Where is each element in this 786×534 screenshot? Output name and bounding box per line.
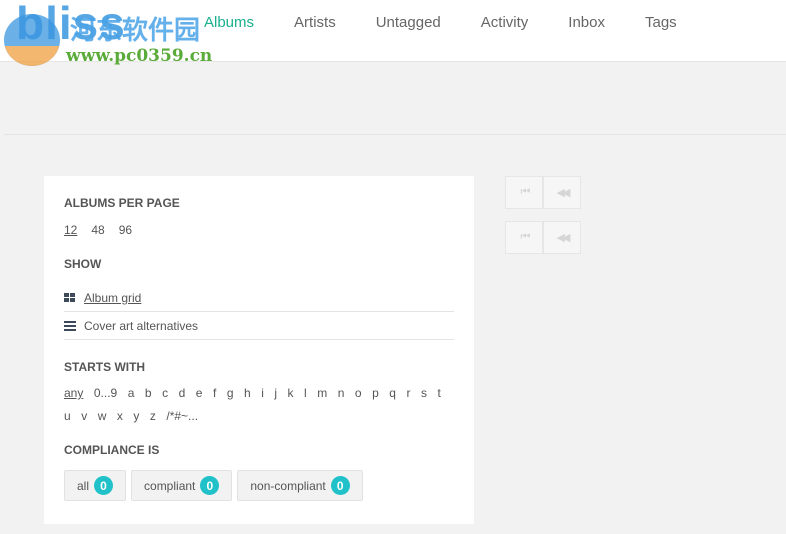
- letter-1[interactable]: 0...9: [94, 386, 117, 400]
- letter-17[interactable]: p: [372, 386, 379, 400]
- watermark-url: www.pc0359.cn: [66, 46, 213, 66]
- letter-20[interactable]: s: [421, 386, 427, 400]
- pager-bottom: ⏮ ◀◀: [505, 221, 581, 254]
- list-icon: [64, 320, 76, 331]
- prev-page-icon[interactable]: ◀◀: [543, 221, 581, 254]
- compliance-heading: COMPLIANCE IS: [64, 443, 160, 457]
- nav-inbox[interactable]: Inbox: [568, 14, 605, 31]
- prev-page-icon[interactable]: ◀◀: [543, 176, 581, 209]
- nav-albums[interactable]: Albums: [204, 14, 254, 31]
- cover-art-label: Cover art alternatives: [84, 318, 199, 333]
- show-album-grid[interactable]: Album grid: [64, 284, 454, 312]
- letter-12[interactable]: k: [288, 386, 294, 400]
- compliance-compliant-button[interactable]: compliant 0: [131, 470, 233, 501]
- per-page-48[interactable]: 48: [91, 223, 104, 237]
- letter-23[interactable]: v: [81, 409, 87, 423]
- top-bar: bliss 河东软件园 www.pc0359.cn Albums Artists…: [0, 0, 786, 66]
- divider: [4, 134, 786, 135]
- main-nav: Albums Artists Untagged Activity Inbox T…: [204, 14, 717, 31]
- pager-top: ⏮ ◀◀: [505, 176, 581, 209]
- count-badge: 0: [330, 476, 350, 495]
- first-page-icon[interactable]: ⏮: [505, 221, 543, 254]
- label: compliant: [144, 478, 196, 493]
- label: non-compliant: [250, 478, 326, 493]
- letter-10[interactable]: i: [261, 386, 264, 400]
- letter-16[interactable]: o: [355, 386, 362, 400]
- letter-3[interactable]: b: [145, 386, 152, 400]
- first-page-icon[interactable]: ⏮: [505, 176, 543, 209]
- count-badge: 0: [94, 476, 114, 495]
- starts-with-heading: STARTS WITH: [64, 360, 146, 374]
- letter-5[interactable]: d: [179, 386, 186, 400]
- letter-13[interactable]: l: [304, 386, 307, 400]
- grid-icon: [64, 292, 75, 302]
- letter-27[interactable]: z: [150, 409, 156, 423]
- filter-panel: ALBUMS PER PAGE 12 48 96 SHOW Album grid…: [44, 176, 474, 524]
- letter-28[interactable]: /*#~...: [166, 409, 198, 423]
- letter-7[interactable]: f: [213, 386, 216, 400]
- compliance-noncompliant-button[interactable]: non-compliant 0: [237, 470, 363, 501]
- letter-22[interactable]: u: [64, 409, 71, 423]
- nav-activity[interactable]: Activity: [481, 14, 529, 31]
- compliance-all-button[interactable]: all 0: [64, 470, 127, 501]
- nav-artists[interactable]: Artists: [294, 14, 336, 31]
- letter-25[interactable]: x: [117, 409, 123, 423]
- label: all: [77, 478, 90, 493]
- albums-per-page-heading: ALBUMS PER PAGE: [64, 196, 180, 210]
- letter-18[interactable]: q: [389, 386, 396, 400]
- per-page-96[interactable]: 96: [119, 223, 132, 237]
- nav-untagged[interactable]: Untagged: [376, 14, 441, 31]
- letter-0[interactable]: any: [64, 386, 83, 400]
- letter-2[interactable]: a: [128, 386, 135, 400]
- letter-19[interactable]: r: [406, 386, 410, 400]
- show-cover-art[interactable]: Cover art alternatives: [64, 312, 454, 340]
- letter-4[interactable]: c: [162, 386, 168, 400]
- letter-6[interactable]: e: [196, 386, 203, 400]
- show-heading: SHOW: [64, 257, 102, 271]
- letter-14[interactable]: m: [317, 386, 327, 400]
- per-page-12[interactable]: 12: [64, 223, 77, 237]
- letter-26[interactable]: y: [133, 409, 139, 423]
- letter-15[interactable]: n: [338, 386, 345, 400]
- letter-8[interactable]: g: [227, 386, 234, 400]
- letter-21[interactable]: t: [437, 386, 440, 400]
- nav-tags[interactable]: Tags: [645, 14, 677, 31]
- letter-11[interactable]: j: [274, 386, 277, 400]
- watermark-text: 河东软件园: [70, 15, 201, 45]
- count-badge: 0: [200, 476, 220, 495]
- letter-9[interactable]: h: [244, 386, 251, 400]
- letter-filter: any 0...9 a b c d e f g h i j k l m n o p q r s t u v w x y z /*#~..…: [64, 386, 454, 423]
- album-grid-label: Album grid: [84, 290, 142, 305]
- letter-24[interactable]: w: [98, 409, 107, 423]
